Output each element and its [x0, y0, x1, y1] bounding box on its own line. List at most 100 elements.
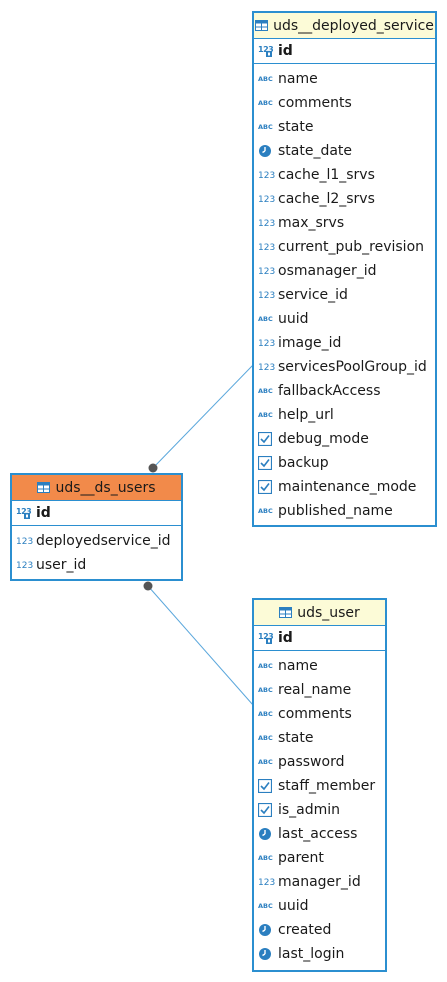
column-row[interactable]: maintenance_mode	[254, 475, 435, 499]
column-label: real_name	[278, 682, 352, 698]
number-icon: 123	[258, 217, 275, 229]
column-label: is_admin	[278, 802, 341, 818]
column-row[interactable]: 123 max_srvs	[254, 211, 435, 235]
checkbox-icon	[258, 803, 275, 817]
fk-link-deployedservice-endpoint	[148, 463, 158, 473]
abc-icon: ABC	[258, 853, 275, 863]
primary-key-label: id	[278, 630, 293, 646]
svg-text:123: 123	[258, 267, 275, 277]
table-user[interactable]: uds_user 123 id ABC name ABC real_name ABC co…	[252, 598, 387, 972]
column-label: user_id	[36, 557, 87, 573]
column-row[interactable]: ABC uuid	[254, 894, 385, 918]
column-row[interactable]: ABC state	[254, 115, 435, 139]
svg-text:ABC: ABC	[258, 734, 273, 742]
svg-text:ABC: ABC	[258, 758, 273, 766]
table-header[interactable]: uds__deployed_service	[254, 13, 435, 39]
number-icon: 123	[16, 559, 33, 571]
column-label: service_id	[278, 287, 348, 303]
column-row[interactable]: 123 cache_l2_srvs	[254, 187, 435, 211]
column-label: current_pub_revision	[278, 239, 425, 255]
column-row[interactable]: last_access	[254, 822, 385, 846]
column-label: debug_mode	[278, 431, 369, 447]
primary-key-label: id	[278, 43, 293, 59]
column-row[interactable]: 123 manager_id	[254, 870, 385, 894]
number-icon: 123	[258, 361, 275, 373]
column-label: manager_id	[278, 874, 361, 890]
column-row[interactable]: last_login	[254, 942, 385, 966]
column-row[interactable]: 123 current_pub_revision	[254, 235, 435, 259]
number-icon: 123	[258, 337, 275, 349]
primary-key-row[interactable]: 123 id	[12, 501, 181, 526]
column-label: comments	[278, 706, 352, 722]
column-label: parent	[278, 850, 324, 866]
svg-text:123: 123	[258, 171, 275, 181]
column-row[interactable]: staff_member	[254, 774, 385, 798]
svg-text:123: 123	[16, 561, 33, 571]
column-row[interactable]: ABC comments	[254, 91, 435, 115]
column-row[interactable]: ABC comments	[254, 702, 385, 726]
table-header[interactable]: uds_user	[254, 600, 385, 626]
fk-link-deployedservice	[152, 364, 254, 469]
column-row[interactable]: state_date	[254, 139, 435, 163]
column-label: osmanager_id	[278, 263, 377, 279]
checkbox-icon	[258, 480, 275, 494]
column-row[interactable]: ABC published_name	[254, 499, 435, 523]
column-row[interactable]: backup	[254, 451, 435, 475]
column-row[interactable]: 123 image_id	[254, 331, 435, 355]
column-row[interactable]: ABC parent	[254, 846, 385, 870]
svg-text:123: 123	[258, 219, 275, 229]
column-row[interactable]: 123 osmanager_id	[254, 259, 435, 283]
column-label: cache_l1_srvs	[278, 167, 375, 183]
primary-key-row[interactable]: 123 id	[254, 626, 385, 651]
abc-icon: ABC	[258, 506, 275, 516]
column-row[interactable]: 123 cache_l1_srvs	[254, 163, 435, 187]
column-row[interactable]: 123 deployedservice_id	[12, 529, 181, 553]
column-label: published_name	[278, 503, 393, 519]
column-label: state	[278, 730, 314, 746]
column-label: servicesPoolGroup_id	[278, 359, 427, 375]
number-icon: 123	[258, 241, 275, 253]
number-icon: 123	[258, 289, 275, 301]
primary-key-icon: 123	[16, 506, 33, 520]
column-row[interactable]: ABC fallbackAccess	[254, 379, 435, 403]
svg-text:ABC: ABC	[258, 507, 273, 515]
svg-text:123: 123	[258, 363, 275, 373]
column-label: created	[278, 922, 332, 938]
column-row[interactable]: 123 servicesPoolGroup_id	[254, 355, 435, 379]
abc-icon: ABC	[258, 74, 275, 84]
column-row[interactable]: ABC real_name	[254, 678, 385, 702]
column-row[interactable]: ABC name	[254, 654, 385, 678]
column-row[interactable]: 123 user_id	[12, 553, 181, 577]
column-row[interactable]: ABC name	[254, 67, 435, 91]
table-icon	[279, 607, 293, 618]
table-ds-users[interactable]: uds__ds_users 123 id 123 deployedservice_…	[10, 473, 183, 581]
svg-text:ABC: ABC	[258, 123, 273, 131]
column-label: state	[278, 119, 314, 135]
table-deployed-service[interactable]: uds__deployed_service 123 id ABC name ABC c…	[252, 11, 437, 527]
column-row[interactable]: debug_mode	[254, 427, 435, 451]
column-row[interactable]: ABC uuid	[254, 307, 435, 331]
column-row[interactable]: ABC state	[254, 726, 385, 750]
number-icon: 123	[258, 169, 275, 181]
column-label: uuid	[278, 311, 309, 327]
svg-text:ABC: ABC	[258, 387, 273, 395]
column-row[interactable]: ABC password	[254, 750, 385, 774]
table-icon	[255, 20, 269, 31]
table-header[interactable]: uds__ds_users	[12, 475, 181, 501]
svg-text:123: 123	[258, 339, 275, 349]
table-title: uds__ds_users	[55, 479, 156, 496]
primary-key-row[interactable]: 123 id	[254, 39, 435, 64]
column-label: help_url	[278, 407, 334, 423]
column-row[interactable]: ABC help_url	[254, 403, 435, 427]
svg-text:ABC: ABC	[258, 902, 273, 910]
abc-icon: ABC	[258, 98, 275, 108]
abc-icon: ABC	[258, 661, 275, 671]
svg-text:ABC: ABC	[258, 686, 273, 694]
column-row[interactable]: is_admin	[254, 798, 385, 822]
primary-key-icon: 123	[258, 631, 275, 645]
column-row[interactable]: created	[254, 918, 385, 942]
abc-icon: ABC	[258, 410, 275, 420]
checkbox-icon	[258, 456, 275, 470]
svg-text:123: 123	[16, 537, 33, 547]
column-row[interactable]: 123 service_id	[254, 283, 435, 307]
